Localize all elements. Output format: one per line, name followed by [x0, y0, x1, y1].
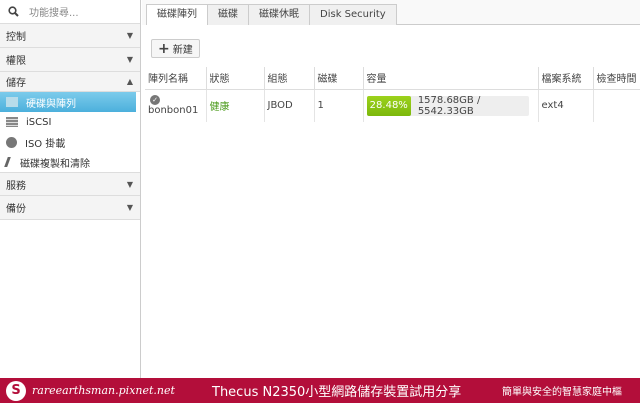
- main-panel: 磁碟陣列 磁碟 磁碟休眠 Disk Security + 新建 陣列名稱 狀態 組…: [142, 0, 640, 378]
- col-filesystem[interactable]: 檔案系統: [538, 67, 594, 90]
- footer-title: Thecus N2350小型網路儲存裝置試用分享: [212, 385, 462, 400]
- watermark-banner: S rareearthsman.pixnet.net Thecus N2350小…: [0, 378, 640, 403]
- col-status[interactable]: 狀態: [206, 67, 265, 90]
- col-name[interactable]: 陣列名稱: [145, 67, 207, 90]
- raid-check-time: [593, 89, 640, 122]
- sidebar-section-backup[interactable]: 備份 ▼: [0, 196, 140, 220]
- capacity-bar: 28.48% 1578.68GB / 5542.33GB: [366, 94, 529, 117]
- chevron-down-icon: ▼: [126, 31, 133, 40]
- broom-icon: [4, 157, 14, 167]
- section-label: 服務: [6, 180, 26, 192]
- sidebar-section-services[interactable]: 服務 ▼: [0, 172, 140, 196]
- item-label: ISO 掛載: [25, 138, 66, 150]
- section-label: 儲存: [6, 78, 26, 89]
- chevron-up-icon: ▲: [126, 77, 133, 86]
- check-circle-icon: ✓: [150, 95, 160, 106]
- tab-bar: 磁碟陣列 磁碟 磁碟休眠 Disk Security: [146, 4, 640, 26]
- search-icon: [8, 6, 19, 17]
- search-placeholder: 功能搜尋...: [29, 8, 79, 19]
- raid-table: 陣列名稱 狀態 組態 磁碟 容量 檔案系統 檢查時間 ✓ bonbon01 健康 …: [145, 67, 640, 122]
- sidebar-section-storage[interactable]: 儲存 ▲: [0, 72, 140, 92]
- section-label: 控制: [6, 32, 26, 43]
- col-check-time[interactable]: 檢查時間: [593, 67, 640, 90]
- raid-content: + 新建 陣列名稱 狀態 組態 磁碟 容量 檔案系統 檢查時間 ✓ bonbon01…: [142, 25, 640, 378]
- raid-status: 健康: [206, 89, 265, 122]
- sidebar-item-disk-clone-wipe[interactable]: 磁碟複製和清除: [0, 152, 140, 172]
- item-label: 磁碟複製和清除: [20, 158, 90, 170]
- col-config[interactable]: 組態: [264, 67, 315, 90]
- sidebar-section-control[interactable]: 控制 ▼: [0, 24, 140, 48]
- table-row[interactable]: ✓ bonbon01 健康 JBOD 1 28.48% 1578.68GB / 55…: [145, 89, 640, 122]
- iscsi-icon: [6, 117, 18, 127]
- capacity-fill: 28.48%: [366, 95, 411, 116]
- tab-disk-security[interactable]: Disk Security: [309, 4, 397, 25]
- plus-icon: +: [158, 40, 170, 57]
- sidebar-item-disks-raid[interactable]: 硬碟與陣列: [0, 92, 136, 112]
- sidebar-item-iscsi[interactable]: iSCSI: [0, 112, 140, 132]
- tab-disk-sleep[interactable]: 磁碟休眠: [248, 4, 310, 25]
- sidebar-section-permissions[interactable]: 權限 ▼: [0, 48, 140, 72]
- sidebar-item-iso-mount[interactable]: ISO 掛載: [0, 132, 140, 152]
- col-disks[interactable]: 磁碟: [314, 67, 364, 90]
- raid-disks: 1: [314, 89, 364, 122]
- item-label: iSCSI: [26, 116, 52, 128]
- new-raid-button[interactable]: + 新建: [151, 39, 200, 58]
- new-label: 新建: [172, 45, 193, 56]
- col-capacity[interactable]: 容量: [363, 67, 539, 90]
- capacity-text: 1578.68GB / 5542.33GB: [417, 94, 481, 117]
- raid-config: JBOD: [264, 89, 315, 122]
- tab-raid[interactable]: 磁碟陣列: [146, 4, 208, 26]
- item-label: 硬碟與陣列: [26, 98, 76, 110]
- site-logo-icon: S: [6, 380, 26, 401]
- tab-disks[interactable]: 磁碟: [207, 4, 249, 25]
- chevron-down-icon: ▼: [126, 55, 133, 64]
- footer-slogan: 簡單與安全的智慧家庭中樞: [502, 387, 622, 398]
- footer-site: rareearthsman.pixnet.net: [32, 384, 175, 397]
- sidebar: 功能搜尋... 控制 ▼ 權限 ▼ 儲存 ▲ 硬碟與陣列 iSCSI ISO 掛載 磁…: [0, 0, 141, 378]
- section-label: 權限: [6, 56, 26, 67]
- function-search[interactable]: 功能搜尋...: [0, 0, 140, 24]
- disc-icon: [6, 136, 17, 148]
- raid-filesystem: ext4: [538, 89, 594, 122]
- chevron-down-icon: ▼: [126, 203, 133, 212]
- raid-icon: [6, 97, 18, 107]
- section-label: 備份: [6, 204, 26, 215]
- chevron-down-icon: ▼: [126, 179, 133, 189]
- raid-name: bonbon01: [148, 105, 199, 117]
